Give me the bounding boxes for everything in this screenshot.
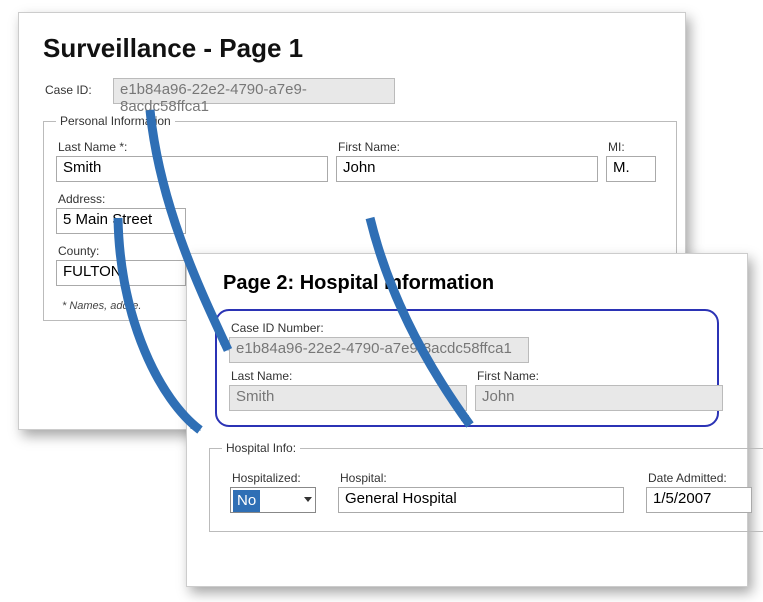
address-input[interactable]: 5 Main Street [56, 208, 186, 234]
page2-first-name-label: First Name: [477, 369, 723, 383]
page2-case-id-field: e1b84a96-22e2-4790-a7e9-8acdc58ffca1 [229, 337, 529, 363]
personal-info-legend: Personal Information [56, 114, 175, 128]
case-id-row: Case ID: e1b84a96-22e2-4790-a7e9-8acdc58… [43, 78, 661, 104]
first-name-label: First Name: [338, 140, 598, 154]
page2-first-name-field: John [475, 385, 723, 411]
page1-title: Surveillance - Page 1 [43, 33, 661, 64]
hospital-info-fieldset: Hospital Info: Hospitalized: No Hospital… [209, 441, 763, 532]
page2-last-name-field: Smith [229, 385, 467, 411]
hospitalized-value: No [233, 490, 260, 512]
linked-fields-highlight: Case ID Number: e1b84a96-22e2-4790-a7e9-… [215, 309, 719, 427]
first-name-input[interactable]: John [336, 156, 598, 182]
address-label: Address: [58, 192, 226, 206]
page2-last-name-label: Last Name: [231, 369, 467, 383]
last-name-input[interactable]: Smith [56, 156, 328, 182]
county-input[interactable]: FULTON [56, 260, 186, 286]
case-id-label: Case ID: [45, 83, 113, 97]
hospitalized-label: Hospitalized: [232, 471, 330, 485]
hospitalized-dropdown[interactable]: No [230, 487, 316, 513]
hospital-info-legend: Hospital Info: [222, 441, 300, 455]
page2-panel: Page 2: Hospital Information Case ID Num… [186, 253, 748, 587]
mi-label: MI: [608, 140, 656, 154]
chevron-down-icon [304, 497, 312, 502]
hospital-input[interactable]: General Hospital [338, 487, 624, 513]
mi-input[interactable]: M. [606, 156, 656, 182]
page2-case-id-label: Case ID Number: [231, 321, 705, 335]
page2-title: Page 2: Hospital Information [223, 272, 725, 295]
date-admitted-label: Date Admitted: [648, 471, 756, 485]
hospital-label: Hospital: [340, 471, 638, 485]
case-id-field: e1b84a96-22e2-4790-a7e9-8acdc58ffca1 [113, 78, 395, 104]
date-admitted-input[interactable]: 1/5/2007 [646, 487, 752, 513]
last-name-label: Last Name *: [58, 140, 328, 154]
